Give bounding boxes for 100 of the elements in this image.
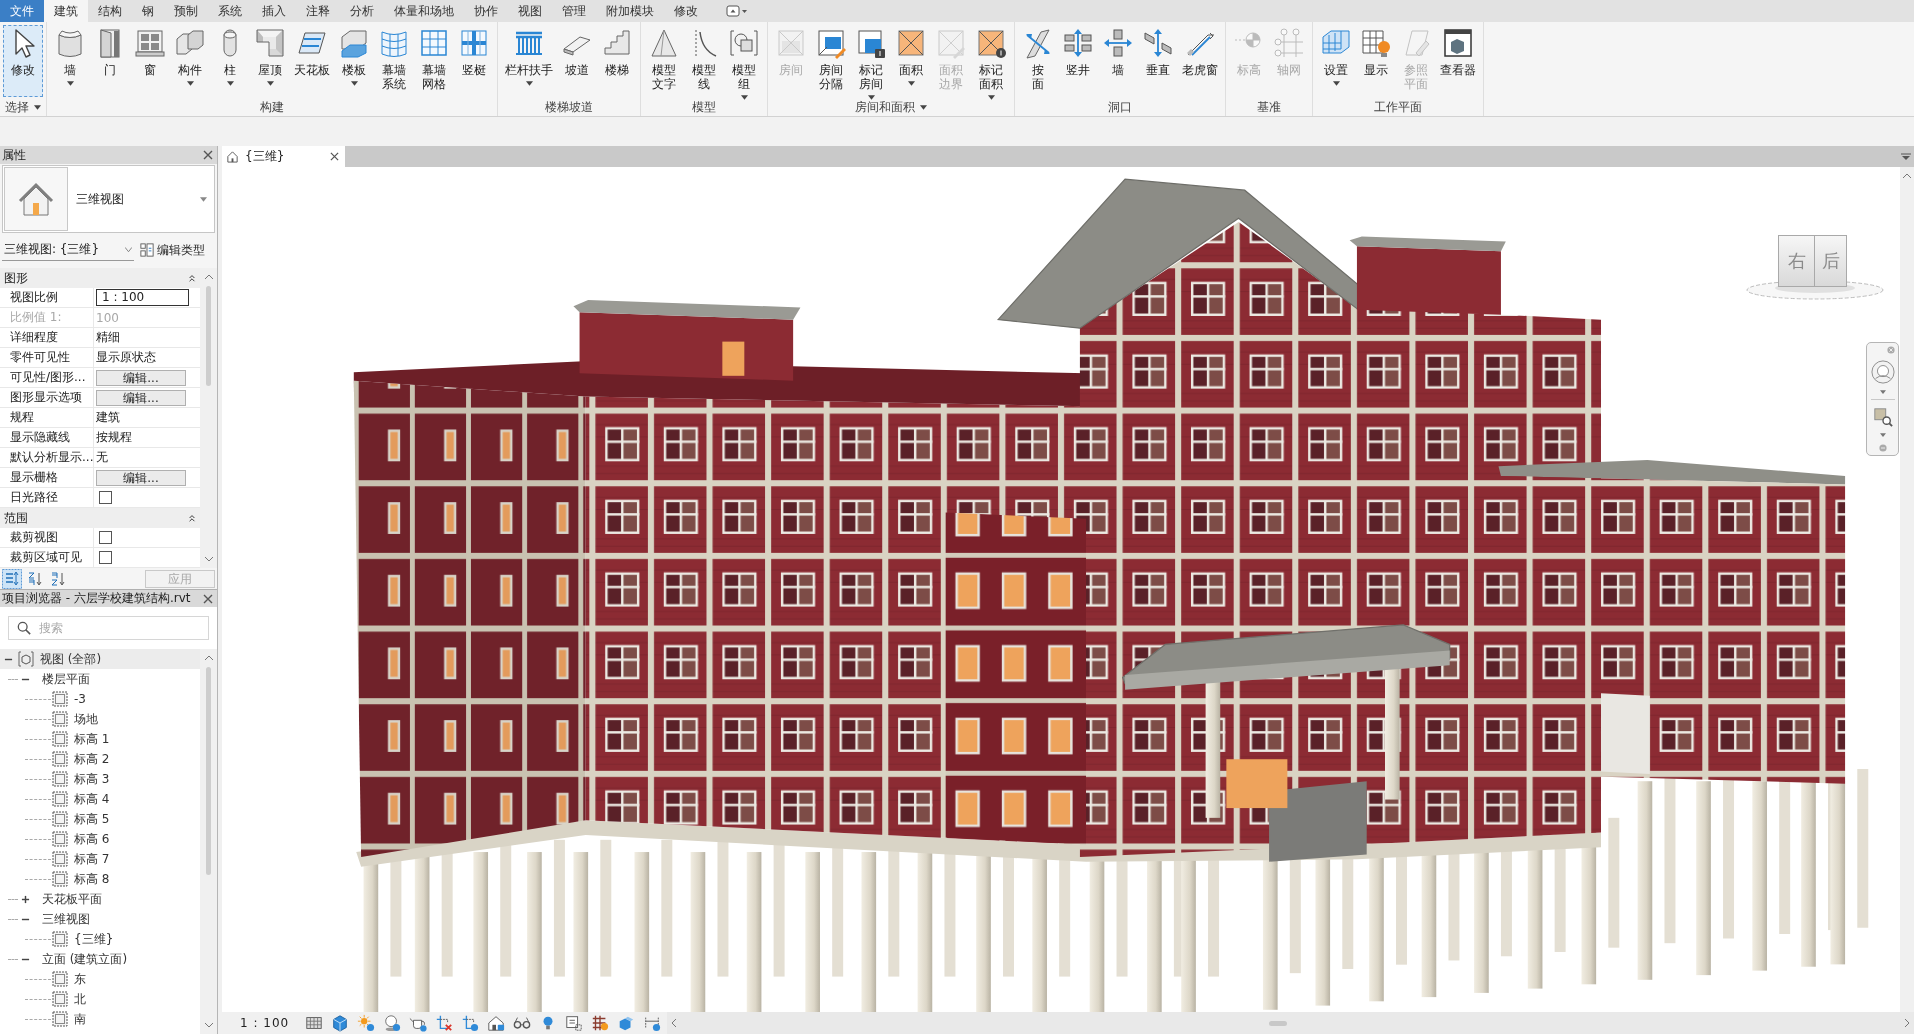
ribbon-tool-button[interactable]: 构件 (170, 25, 210, 97)
sphere-shadow-icon[interactable] (383, 1014, 402, 1032)
tab-list-icon[interactable] (1901, 152, 1911, 161)
ribbon-tool-button[interactable]: 墙 (1098, 25, 1138, 97)
tree-item[interactable]: 标高 8 (0, 869, 200, 889)
ribbon-tool-button[interactable]: 天花板 (290, 25, 334, 97)
ribbon-tab[interactable]: 分析 (340, 0, 384, 22)
ribbon-tab[interactable]: 文件 (0, 0, 44, 22)
edit-button[interactable]: 编辑... (96, 389, 186, 406)
ribbon-tool-button[interactable]: 设置 (1316, 25, 1356, 97)
ribbon-tool-button[interactable]: 房间分隔 (811, 25, 851, 97)
property-group-header[interactable]: 范围 (0, 508, 200, 528)
input-field[interactable]: 1 : 100 (96, 289, 189, 306)
ribbon-tool-button[interactable]: 楼板 (334, 25, 374, 97)
edit-button[interactable]: 编辑... (96, 369, 186, 386)
tree-item[interactable]: 标高 7 (0, 849, 200, 869)
ribbon-tab[interactable]: 结构 (88, 0, 132, 22)
tree-item[interactable]: 视图 (全部) (0, 649, 200, 669)
ribbon-tool-button[interactable]: 楼梯 (597, 25, 637, 97)
panel-toggle-icon[interactable] (726, 5, 748, 17)
scrollbar[interactable] (200, 268, 217, 568)
caret-icon[interactable] (1879, 390, 1886, 394)
property-group-header[interactable]: 图形 (0, 268, 200, 288)
zoom-window-icon[interactable] (1872, 407, 1893, 427)
tree-item[interactable]: 标高 2 (0, 749, 200, 769)
ribbon-tool-button[interactable]: 坡道 (557, 25, 597, 97)
expand-icon[interactable] (21, 894, 30, 904)
scroll-up-icon[interactable] (203, 274, 214, 280)
ribbon-tool-button[interactable]: 老虎窗 (1178, 25, 1222, 97)
ribbon-tab[interactable]: 体量和场地 (384, 0, 464, 22)
ribbon-tab[interactable]: 修改 (664, 0, 708, 22)
ribbon-tool-button[interactable]: 查看器 (1436, 25, 1480, 97)
view-scale[interactable]: 1 : 100 (240, 1016, 290, 1030)
caret-icon[interactable] (34, 104, 41, 110)
minus-circle-icon[interactable] (1878, 444, 1887, 452)
ribbon-tool-button[interactable]: 屋顶 (250, 25, 290, 97)
ribbon-tool-button[interactable]: 窗 (130, 25, 170, 97)
tree-item[interactable]: 场地 (0, 709, 200, 729)
checkbox[interactable] (99, 531, 112, 544)
tree-item[interactable]: 标高 5 (0, 809, 200, 829)
scrollbar[interactable] (667, 1012, 1914, 1034)
dashed-sheet-icon[interactable] (565, 1014, 584, 1032)
scroll-up-icon[interactable] (1902, 173, 1912, 179)
ribbon-tab[interactable]: 插入 (252, 0, 296, 22)
ribbon-tool-button[interactable]: 竖井 (1058, 25, 1098, 97)
cube-icon[interactable] (617, 1014, 636, 1032)
ribbon-tool-button[interactable]: 模型组 (724, 25, 764, 97)
shaded-cube-icon[interactable] (331, 1014, 350, 1032)
scroll-up-icon[interactable] (203, 655, 214, 661)
house-lock-icon[interactable] (487, 1014, 506, 1032)
ribbon-tool-button[interactable]: 垂直 (1138, 25, 1178, 97)
ribbon-tab[interactable]: 视图 (508, 0, 552, 22)
tree-item[interactable]: 楼层平面 (0, 669, 200, 689)
caret-icon[interactable] (1879, 433, 1886, 437)
ribbon-tool-button[interactable]: 柱 (210, 25, 250, 97)
frame-dot-icon[interactable] (591, 1014, 610, 1032)
tree-item[interactable]: 标高 3 (0, 769, 200, 789)
ribbon-tab[interactable]: 系统 (208, 0, 252, 22)
instance-dropdown[interactable]: 三维视图: {三维} (2, 239, 134, 261)
sun-icon[interactable] (357, 1014, 376, 1032)
tree-item[interactable]: 标高 4 (0, 789, 200, 809)
tree-item[interactable]: {三维} (0, 929, 200, 949)
ribbon-tool-button[interactable]: 面积 (891, 25, 931, 97)
crop-region-icon[interactable] (461, 1014, 480, 1032)
scroll-down-icon[interactable] (203, 556, 214, 562)
ribbon-tool-button[interactable]: 栏杆扶手 (501, 25, 557, 97)
ribbon-tab[interactable]: 附加模块 (596, 0, 664, 22)
ribbon-tool-button[interactable]: 模型文字 (644, 25, 684, 97)
tree-item[interactable]: -3 (0, 689, 200, 709)
tree-item[interactable]: 标高 6 (0, 829, 200, 849)
scroll-left-icon[interactable] (671, 1018, 678, 1028)
ribbon-tool-button[interactable]: 标记面积 (971, 25, 1011, 97)
checkbox[interactable] (99, 491, 112, 504)
view-tab[interactable]: {三维} (222, 146, 345, 167)
steering-wheel-icon[interactable] (1870, 360, 1895, 384)
caret-icon[interactable] (920, 104, 927, 110)
ribbon-tool-button[interactable]: 墙 (50, 25, 90, 97)
scrollbar-thumb[interactable] (206, 667, 211, 875)
edit-type-button[interactable]: 编辑类型 (140, 241, 205, 259)
ribbon-tool-button[interactable]: 门 (90, 25, 130, 97)
ribbon-tool-button[interactable]: 幕墙系统 (374, 25, 414, 97)
category-sort-icon[interactable] (2, 569, 22, 589)
ribbon-tab[interactable]: 预制 (164, 0, 208, 22)
scroll-down-icon[interactable] (203, 1022, 214, 1028)
scrollbar-thumb[interactable] (206, 286, 211, 386)
crop-icon[interactable] (435, 1014, 454, 1032)
ribbon-tab[interactable]: 建筑 (44, 0, 88, 22)
ribbon-tab[interactable]: 协作 (464, 0, 508, 22)
close-icon[interactable] (203, 593, 213, 604)
tree-item[interactable]: 南 (0, 1009, 200, 1029)
ribbon-tool-button[interactable]: 显示 (1356, 25, 1396, 97)
tree-item[interactable]: 标高 1 (0, 729, 200, 749)
ribbon-tool-button[interactable]: 模型线 (684, 25, 724, 97)
tree-item[interactable]: 东 (0, 969, 200, 989)
ribbon-tool-button[interactable]: 幕墙网格 (414, 25, 454, 97)
hatched-grid-icon[interactable] (305, 1014, 324, 1032)
tree-item[interactable]: 北 (0, 989, 200, 1009)
scrollbar[interactable] (200, 649, 217, 1034)
search-field[interactable]: 搜索 (8, 616, 209, 640)
close-icon[interactable] (203, 150, 213, 160)
